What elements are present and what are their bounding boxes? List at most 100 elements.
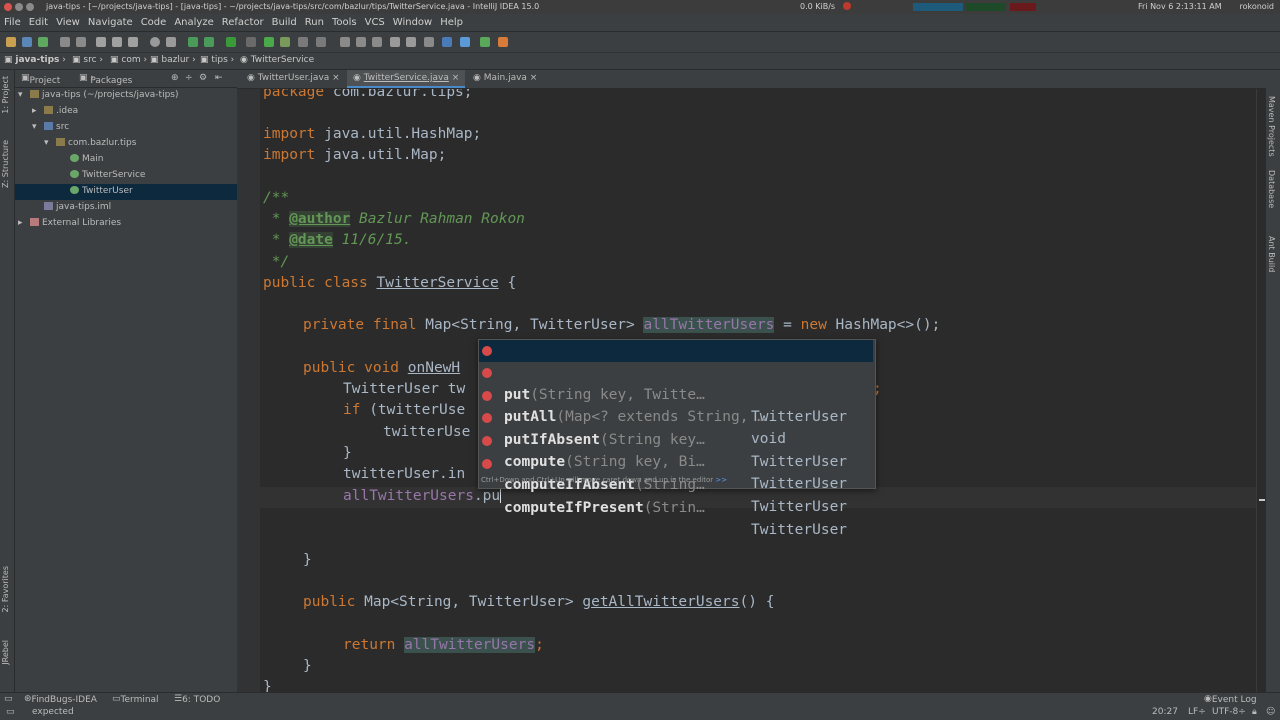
tree-node-idea[interactable]: ▸ .idea [15, 104, 237, 120]
menu-help[interactable]: Help [436, 14, 467, 28]
tool-icon[interactable] [498, 37, 508, 47]
clock[interactable]: Fri Nov 6 2:13:11 AM [1138, 2, 1222, 11]
menu-analyze[interactable]: Analyze [170, 14, 217, 28]
save-all-icon[interactable] [22, 37, 32, 47]
tool-window-database[interactable]: Database [1267, 170, 1276, 208]
jrebel-icon[interactable] [460, 37, 470, 47]
breadcrumb-tips[interactable]: ▣ tips › [200, 55, 234, 65]
menu-refactor[interactable]: Refactor [218, 14, 268, 28]
menu-build[interactable]: Build [268, 14, 301, 28]
menu-navigate[interactable]: Navigate [84, 14, 137, 28]
menu-tools[interactable]: Tools [328, 14, 361, 28]
tab-twitterservice-java[interactable]: ◉ TwitterService.java × [347, 70, 466, 88]
forward-icon[interactable] [204, 37, 214, 47]
copy-icon[interactable] [112, 37, 122, 47]
tool-window-maven[interactable]: Maven Projects [1267, 96, 1276, 157]
maximize-window-icon[interactable] [26, 3, 34, 11]
panel-settings-icon[interactable]: ⚙ [199, 73, 207, 83]
tree-node-main[interactable]: Main [15, 152, 237, 168]
breadcrumb-twitterservice[interactable]: ◉ TwitterService [240, 55, 314, 65]
tool-window-findbugs[interactable]: ⊛ FindBugs-IDEA [24, 694, 97, 705]
tool-window-project[interactable]: 1: Project [1, 76, 10, 114]
close-tab-icon[interactable]: × [332, 73, 340, 83]
vcs-history-icon[interactable] [372, 37, 382, 47]
make-project-icon[interactable] [226, 37, 236, 47]
close-tab-icon[interactable]: × [452, 73, 460, 83]
completion-item-computeifabsent[interactable]: computeIfAbsent(String… TwitterUser [479, 430, 873, 515]
expand-arrow-icon[interactable]: ▾ [18, 88, 30, 103]
breadcrumb-com[interactable]: ▣ com › [110, 55, 147, 65]
inspector-icon[interactable]: ☺︎ [1266, 707, 1275, 717]
tool-window-todo[interactable]: ☰ 6: TODO [174, 694, 220, 705]
tree-node-java-tips[interactable]: ▾ java-tips (~/projects/java-tips) [15, 88, 237, 104]
expand-arrow-icon[interactable]: ▸ [18, 216, 30, 231]
find-icon[interactable] [150, 37, 160, 47]
tool-window-jrebel[interactable]: JRebel [1, 640, 10, 665]
minimize-window-icon[interactable] [15, 3, 23, 11]
menu-file[interactable]: File [0, 14, 25, 28]
sdk-icon[interactable] [424, 37, 434, 47]
layout-toggle-icon[interactable]: ▭ [4, 694, 13, 704]
tool-window-terminal[interactable]: ▭ Terminal [112, 694, 159, 705]
caret-position[interactable]: 20:27 [1152, 707, 1178, 717]
breadcrumb-src[interactable]: ▣ src › [72, 55, 103, 65]
plugin-icon[interactable] [480, 37, 490, 47]
menu-window[interactable]: Window [389, 14, 436, 28]
tab-packages[interactable]: ▣ Packages › [79, 73, 132, 86]
tab-project[interactable]: ▣ Project [21, 73, 60, 86]
completion-item-put[interactable]: put(String key, Twitte… TwitterUser [479, 340, 873, 425]
editor-gutter[interactable] [237, 89, 260, 692]
replace-icon[interactable] [166, 37, 176, 47]
event-log[interactable]: ◉ Event Log [1204, 694, 1257, 705]
settings-icon[interactable] [390, 37, 400, 47]
lock-icon[interactable]: 🔒︎ [1252, 707, 1257, 717]
completion-item-compute[interactable]: compute(String key, Bi… TwitterUser [479, 407, 873, 492]
status-icon[interactable]: ▭ [6, 707, 15, 717]
tool-window-structure[interactable]: Z: Structure [1, 140, 10, 188]
tab-twitteruser-java[interactable]: ◉ TwitterUser.java × [241, 70, 346, 88]
menu-code[interactable]: Code [137, 14, 171, 28]
hide-panel-icon[interactable]: ⇤ [215, 73, 223, 83]
completion-item-computeifpresent[interactable]: computeIfPresent(Strin… TwitterUser [479, 453, 873, 538]
tree-node-package[interactable]: ▾ com.bazlur.tips [15, 136, 237, 152]
completion-item-putifabsent[interactable]: putIfAbsent(String key… TwitterUser [479, 385, 873, 470]
user-name[interactable]: rokonoid [1239, 2, 1274, 11]
redo-icon[interactable] [76, 37, 86, 47]
undo-icon[interactable] [60, 37, 70, 47]
open-folder-icon[interactable] [6, 37, 16, 47]
tab-main-java[interactable]: ◉ Main.java × [467, 70, 543, 88]
run-config-dropdown-icon[interactable] [246, 37, 256, 47]
expand-arrow-icon[interactable]: ▸ [32, 104, 44, 119]
run-icon[interactable] [264, 37, 274, 47]
file-encoding[interactable]: UTF-8÷ [1212, 707, 1246, 717]
expand-arrow-icon[interactable]: ▾ [32, 120, 44, 135]
breadcrumb-bazlur[interactable]: ▣ bazlur › [150, 55, 196, 65]
collapse-all-icon[interactable]: ÷ [185, 73, 193, 83]
project-structure-icon[interactable] [406, 37, 416, 47]
menu-edit[interactable]: Edit [25, 14, 52, 28]
tree-node-twitterservice[interactable]: TwitterService [15, 168, 237, 184]
close-tab-icon[interactable]: × [530, 73, 538, 83]
menu-vcs[interactable]: VCS [361, 14, 389, 28]
tool-window-ant-build[interactable]: Ant Build [1267, 236, 1276, 272]
tree-node-iml[interactable]: java-tips.iml [15, 200, 237, 216]
cut-icon[interactable] [96, 37, 106, 47]
sync-icon[interactable] [38, 37, 48, 47]
line-separator[interactable]: LF÷ [1188, 707, 1206, 717]
stripe-marker[interactable] [1259, 499, 1265, 501]
tree-node-src[interactable]: ▾ src [15, 120, 237, 136]
breadcrumb-java-tips[interactable]: ▣ java-tips › [4, 55, 66, 65]
coverage-icon[interactable] [298, 37, 308, 47]
menu-view[interactable]: View [52, 14, 84, 28]
sync-tree-icon[interactable]: ⊕ [171, 73, 179, 83]
close-window-icon[interactable] [4, 3, 12, 11]
tree-node-external-libraries[interactable]: ▸ External Libraries [15, 216, 237, 232]
hint-link[interactable]: >> [715, 476, 727, 484]
tool-window-favorites[interactable]: 2: Favorites [1, 566, 10, 612]
vcs-update-icon[interactable] [340, 37, 350, 47]
menu-run[interactable]: Run [301, 14, 328, 28]
debug-icon[interactable] [280, 37, 290, 47]
expand-arrow-icon[interactable]: ▾ [44, 136, 56, 151]
back-icon[interactable] [188, 37, 198, 47]
help-icon[interactable] [442, 37, 452, 47]
